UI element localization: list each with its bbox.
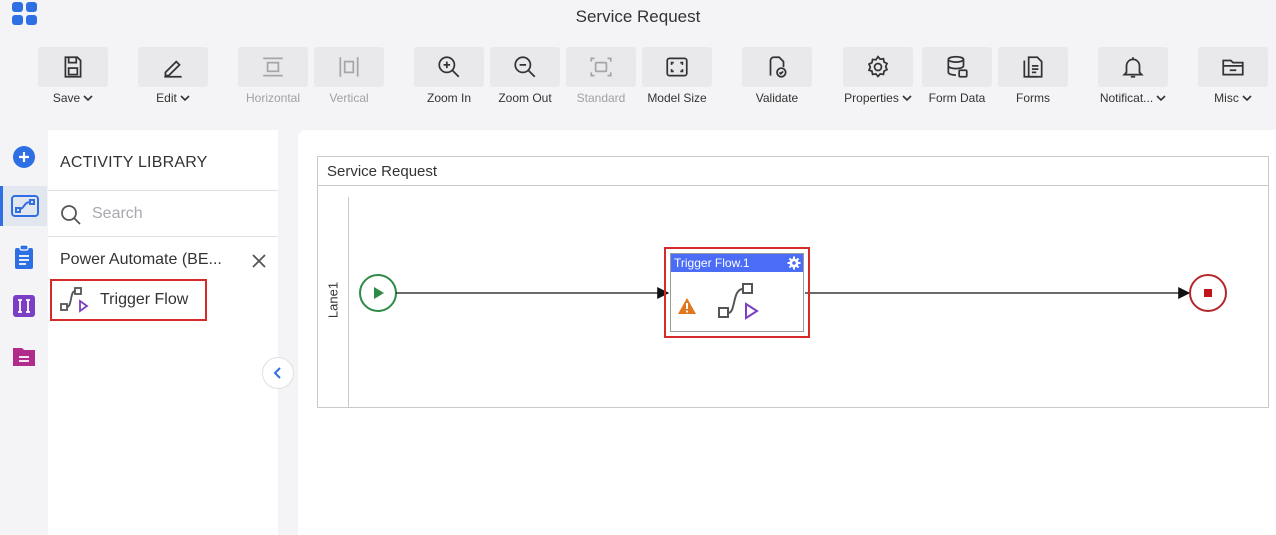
top-bar: Service Request [0, 0, 1276, 37]
database-icon [947, 55, 968, 78]
variables-icon [12, 295, 35, 317]
standard-size-icon [590, 57, 612, 77]
forms-button[interactable]: Forms [998, 47, 1068, 112]
warning-icon[interactable] [677, 297, 697, 315]
properties-button[interactable]: Properties [842, 47, 914, 112]
stop-icon [1204, 289, 1212, 297]
vertical-button[interactable]: Vertical [314, 47, 384, 112]
forms-label: Forms [1016, 91, 1050, 105]
standard-button[interactable]: Standard [566, 47, 636, 112]
horizontal-label: Horizontal [245, 91, 301, 105]
notifications-button[interactable]: Notificat... [1098, 47, 1168, 112]
zoom-in-button[interactable]: Zoom In [414, 47, 484, 112]
forms-icon [1023, 56, 1043, 78]
zoom-out-icon [514, 56, 536, 78]
properties-label: Properties [844, 91, 899, 105]
collapse-panel-button[interactable] [262, 357, 294, 389]
folder-icon [1222, 59, 1244, 76]
fit-screen-icon [666, 57, 688, 77]
save-label: Save [52, 91, 81, 105]
zoom-in-label: Zoom In [426, 91, 471, 105]
validate-label: Validate [755, 91, 799, 105]
model-size-label: Model Size [647, 91, 707, 105]
library-title: ACTIVITY LIBRARY [60, 154, 208, 171]
clipboard-icon [14, 244, 33, 269]
process-flow-icon [11, 195, 39, 217]
edit-button[interactable]: Edit [138, 47, 208, 112]
zoom-in-icon [438, 56, 460, 78]
validate-button[interactable]: Validate [742, 47, 812, 112]
vertical-label: Vertical [329, 91, 369, 105]
gear-icon[interactable] [787, 256, 801, 270]
trigger-flow-icon [60, 287, 89, 313]
rail-clipboard[interactable] [0, 237, 47, 277]
zoom-out-button[interactable]: Zoom Out [490, 47, 560, 112]
misc-label: Misc [1214, 91, 1239, 105]
task-title: Trigger Flow.1 [674, 256, 750, 270]
form-data-label: Form Data [928, 91, 986, 105]
toolbar: Save Edit Horizontal Vertical Zoom In Zo… [0, 37, 1276, 112]
task-trigger-flow[interactable]: Trigger Flow.1 [664, 247, 810, 338]
standard-label: Standard [576, 91, 626, 105]
chevron-down-icon [1156, 94, 1166, 101]
rail-forms[interactable] [0, 336, 47, 376]
save-icon [64, 56, 82, 78]
validate-icon [769, 56, 787, 78]
start-event[interactable] [359, 274, 397, 312]
library-group-title[interactable]: Power Automate (BE... [60, 251, 225, 269]
activity-library-panel: ACTIVITY LIBRARY Power Automate (BE... T… [48, 130, 278, 535]
chevron-down-icon [83, 94, 93, 101]
chevron-left-icon [273, 367, 281, 379]
zoom-out-label: Zoom Out [498, 91, 552, 105]
edit-label: Edit [156, 91, 177, 105]
form-folder-icon [12, 348, 35, 366]
align-vertical-icon [339, 57, 359, 77]
model-size-button[interactable]: Model Size [642, 47, 712, 112]
divider [48, 236, 278, 237]
rail-activity-library[interactable] [0, 186, 47, 226]
gear-icon [867, 55, 889, 78]
save-button[interactable]: Save [38, 47, 108, 112]
task-header: Trigger Flow.1 [671, 254, 803, 272]
divider [48, 190, 278, 191]
library-item-label: Trigger Flow [100, 291, 189, 308]
misc-button[interactable]: Misc [1198, 47, 1268, 112]
notifications-label: Notificat... [1099, 91, 1154, 105]
chevron-down-icon [1242, 94, 1252, 101]
add-circle-icon [12, 146, 35, 168]
process-canvas[interactable]: Service Request Lane1 Trigger Flow.1 [298, 130, 1276, 535]
rail-variables[interactable] [0, 286, 47, 326]
page-title: Service Request [575, 7, 701, 26]
search-icon [61, 205, 81, 225]
close-icon[interactable] [251, 253, 267, 269]
rail-add[interactable] [0, 137, 47, 177]
bell-icon [1122, 57, 1144, 78]
horizontal-button[interactable]: Horizontal [238, 47, 308, 112]
pool[interactable]: Service Request Lane1 Trigger Flow.1 [317, 156, 1269, 408]
form-data-button[interactable]: Form Data [922, 47, 992, 112]
chevron-down-icon [180, 94, 190, 101]
align-horizontal-icon [263, 57, 283, 77]
trigger-flow-icon [718, 283, 759, 320]
chevron-down-icon [902, 94, 912, 101]
left-rail [0, 130, 47, 535]
search-input[interactable] [92, 202, 272, 226]
library-item-trigger-flow[interactable]: Trigger Flow [50, 279, 207, 321]
end-event[interactable] [1189, 274, 1227, 312]
pencil-icon [164, 60, 182, 78]
